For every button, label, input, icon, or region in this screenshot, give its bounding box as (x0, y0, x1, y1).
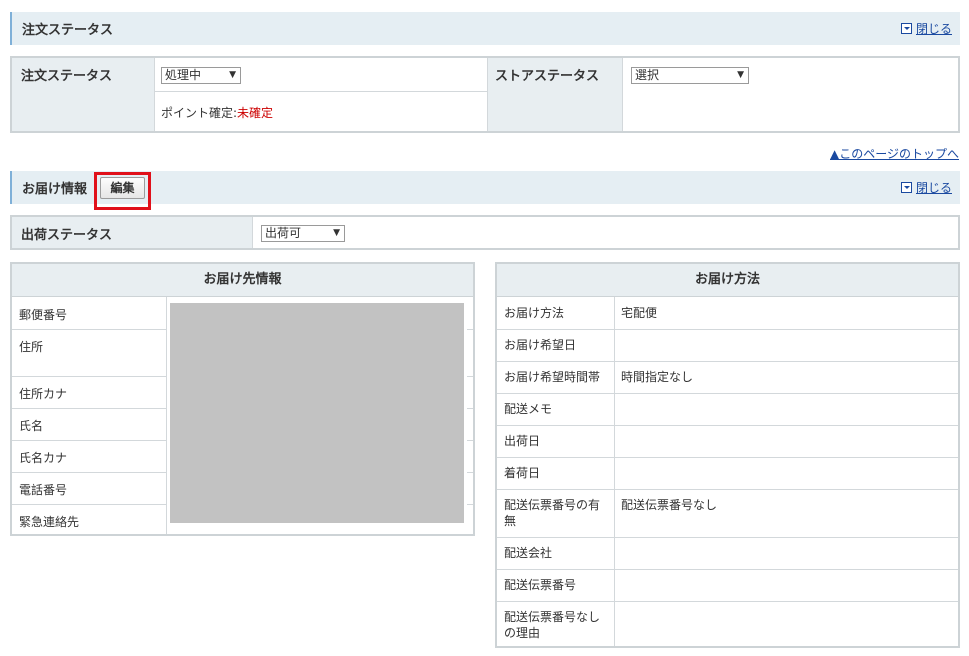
delivery-close-link[interactable]: 閉じる (900, 179, 952, 196)
row-divider (497, 601, 958, 602)
row-divider (497, 361, 958, 362)
row-divider (497, 425, 958, 426)
row-divider (12, 408, 166, 409)
row-divider (12, 472, 166, 473)
edit-button[interactable]: 編集 (100, 177, 145, 199)
row-divider (12, 504, 166, 505)
collapse-icon (900, 23, 912, 34)
order-status-table: 注文ステータス 処理中 ▼ ポイント確定:未確定 ストアステータス 選択 ▼ (10, 56, 960, 133)
row-divider (497, 393, 958, 394)
delivery-method-row-label: お届け希望日 (504, 338, 577, 352)
row-divider (467, 440, 473, 441)
destination-row-label: 氏名 (19, 419, 44, 433)
row-divider (12, 376, 166, 377)
delivery-info-header: お届け情報 閉じる (10, 171, 960, 204)
row-divider (467, 504, 473, 505)
delivery-method-row-label: お届け希望時間帯 (504, 370, 601, 384)
delivery-section-title: お届け情報 (22, 182, 88, 197)
order-status-label: 注文ステータス (21, 69, 113, 84)
row-divider (12, 440, 166, 441)
close-label: 閉じる (915, 22, 952, 36)
dropdown-arrow-icon: ▼ (229, 70, 236, 80)
close-label: 閉じる (915, 181, 952, 195)
row-divider (12, 329, 166, 330)
delivery-method-row-label: 配送会社 (504, 546, 553, 560)
delivery-method-row-value: 配送伝票番号なし (621, 498, 718, 512)
row-divider (467, 376, 473, 377)
row-divider (497, 329, 958, 330)
delivery-method-row-label: 配送伝票番号の有無 (504, 498, 601, 528)
destination-row-label: 氏名カナ (19, 451, 68, 465)
collapse-icon (900, 182, 912, 193)
destination-row-label: 電話番号 (19, 483, 68, 497)
shipping-status-select[interactable]: 出荷可 ▼ (261, 225, 345, 242)
dropdown-arrow-icon: ▼ (333, 228, 340, 238)
store-status-label: ストアステータス (495, 69, 600, 84)
delivery-method-row-label: お届け方法 (504, 306, 565, 320)
order-status-select[interactable]: 処理中 ▼ (161, 67, 241, 84)
row-divider (497, 457, 958, 458)
shipping-status-label: 出荷ステータス (21, 228, 113, 243)
shipping-status-selected: 出荷可 (265, 226, 302, 240)
row-divider (467, 329, 473, 330)
delivery-method-panel: お届け方法 お届け方法 宅配便 お届け希望日 お届け希望時間帯 時間指定なし 配送メモ 出荷… (495, 262, 960, 648)
order-status-header: 注文ステータス 閉じる (10, 12, 960, 45)
dropdown-arrow-icon: ▼ (737, 70, 744, 80)
destination-panel: お届け先情報 郵便番号住所住所カナ氏名氏名カナ電話番号緊急連絡先 (10, 262, 475, 536)
destination-row-label: 緊急連絡先 (19, 515, 80, 529)
redacted-address-block (170, 303, 464, 523)
row-divider (467, 408, 473, 409)
row-divider (497, 537, 958, 538)
points-confirm-label: ポイント確定:未確定 (161, 106, 274, 120)
row-divider (497, 569, 958, 570)
delivery-method-row-value: 宅配便 (621, 306, 658, 320)
delivery-method-heading: お届け方法 (497, 264, 958, 297)
store-status-selected: 選択 (635, 68, 660, 82)
destination-heading: お届け先情報 (12, 264, 473, 297)
order-status-close-link[interactable]: 閉じる (900, 20, 952, 37)
delivery-method-row-label: 出荷日 (504, 434, 541, 448)
delivery-method-row-label: 配送メモ (504, 402, 553, 416)
row-divider (497, 489, 958, 490)
order-status-selected: 処理中 (165, 68, 202, 82)
shipping-status-table: 出荷ステータス 出荷可 ▼ (10, 215, 960, 250)
destination-row-label: 郵便番号 (19, 308, 68, 322)
destination-row-label: 住所カナ (19, 387, 68, 401)
store-status-select[interactable]: 選択 ▼ (631, 67, 749, 84)
destination-row-label: 住所 (19, 340, 44, 354)
points-confirm-value: 未確定 (237, 106, 274, 120)
delivery-method-row-label: 配送伝票番号なしの理由 (504, 610, 601, 640)
delivery-method-row-label: 着荷日 (504, 466, 541, 480)
delivery-method-row-label: 配送伝票番号 (504, 578, 577, 592)
row-divider (467, 472, 473, 473)
page-top-link[interactable]: ▲このページのトップへ (830, 145, 959, 162)
delivery-method-row-value: 時間指定なし (621, 370, 694, 384)
order-status-section-title: 注文ステータス (22, 23, 114, 38)
